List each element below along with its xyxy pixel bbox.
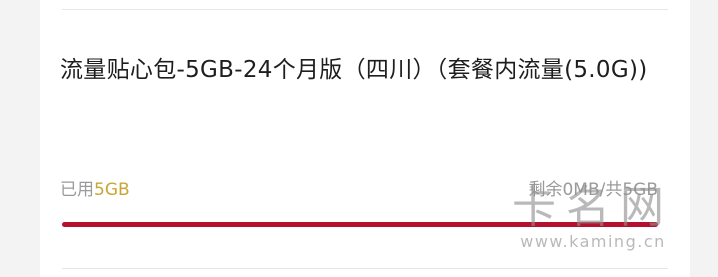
- divider: [62, 9, 668, 10]
- package-title: 流量贴心包-5GB-24个月版（四川）（套餐内流量(5.0G)): [60, 57, 648, 83]
- usage-remaining: 剩余0MB/共5GB: [528, 180, 658, 200]
- usage-used: 已用5GB: [60, 178, 130, 202]
- divider: [62, 268, 668, 269]
- package-card: 流量贴心包-5GB-24个月版（四川）（套餐内流量(5.0G)) 已用5GB 剩…: [40, 0, 690, 277]
- usage-progress-bar: [62, 222, 658, 227]
- used-label: 已用: [60, 180, 94, 200]
- usage-progress-fill: [62, 222, 658, 227]
- used-amount: 5GB: [94, 180, 130, 200]
